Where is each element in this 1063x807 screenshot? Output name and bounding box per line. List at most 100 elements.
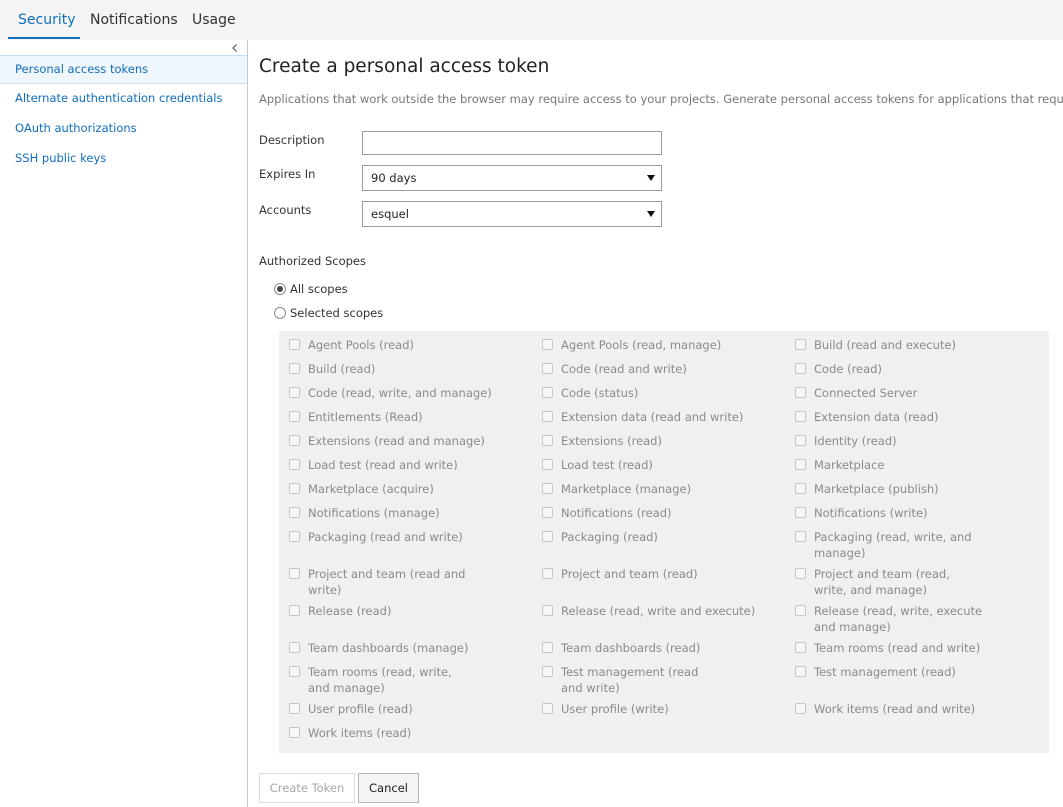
scope-label: User profile (write) — [561, 702, 669, 716]
checkbox-icon — [542, 411, 553, 422]
checkbox-icon — [289, 363, 300, 374]
checkbox-icon — [542, 363, 553, 374]
scope-label: Release (read, write, execute and manage… — [814, 604, 983, 634]
tab-usage[interactable]: Usage — [192, 0, 236, 40]
scope-label: Team dashboards (manage) — [308, 641, 469, 655]
checkbox-icon — [795, 703, 806, 714]
scope-label: Identity (read) — [814, 434, 897, 448]
all-scopes-label: All scopes — [290, 282, 348, 296]
scopes-panel: Agent Pools (read) Agent Pools (read, ma… — [279, 331, 1049, 753]
checkbox-icon — [289, 387, 300, 398]
scope-label: Code (read) — [814, 362, 882, 376]
scope-label: Notifications (read) — [561, 506, 672, 520]
checkbox-icon — [542, 642, 553, 653]
checkbox-icon — [795, 605, 806, 616]
checkbox-icon — [289, 605, 300, 616]
scope-label: Packaging (read, write, and manage) — [814, 530, 972, 560]
tab-security[interactable]: Security — [18, 0, 76, 40]
sidebar: Personal access tokens Alternate authent… — [0, 40, 248, 807]
main-content: Create a personal access token Applicati… — [249, 40, 1063, 807]
checkbox-icon — [289, 435, 300, 446]
checkbox-icon — [289, 411, 300, 422]
scope-label: Team dashboards (read) — [561, 641, 701, 655]
sidebar-item-oauth-authorizations[interactable]: OAuth authorizations — [0, 114, 247, 143]
selected-scopes-label: Selected scopes — [290, 306, 384, 320]
authorized-scopes-label: Authorized Scopes — [259, 254, 367, 268]
checkbox-icon — [795, 666, 806, 677]
checkbox-icon — [795, 363, 806, 374]
checkbox-icon — [542, 387, 553, 398]
dropdown-arrow-icon — [647, 211, 655, 217]
checkbox-icon — [289, 459, 300, 470]
checkbox-icon — [289, 339, 300, 350]
tab-notifications[interactable]: Notifications — [90, 0, 178, 40]
top-tab-bar: Security Notifications Usage — [0, 0, 1063, 40]
scope-label: Code (read and write) — [561, 362, 687, 376]
cancel-button[interactable]: Cancel — [358, 773, 419, 803]
checkbox-icon — [542, 666, 553, 677]
create-token-button[interactable]: Create Token — [259, 773, 355, 803]
scope-label: Build (read) — [308, 362, 376, 376]
checkbox-icon — [289, 703, 300, 714]
scope-label: Test management (read) — [814, 665, 956, 679]
chevron-left-icon[interactable] — [229, 42, 241, 54]
checkbox-icon — [289, 531, 300, 542]
scope-label: Marketplace (manage) — [561, 482, 692, 496]
checkbox-icon — [289, 568, 300, 579]
checkbox-icon — [795, 568, 806, 579]
accounts-select[interactable]: esquel — [362, 201, 662, 227]
scope-label: Extensions (read and manage) — [308, 434, 485, 448]
sidebar-item-ssh-public-keys[interactable]: SSH public keys — [0, 144, 247, 173]
scope-label: Code (status) — [561, 386, 639, 400]
scope-label: Release (read) — [308, 604, 392, 618]
scope-label: Notifications (write) — [814, 506, 928, 520]
checkbox-icon — [542, 531, 553, 542]
scope-label: Extension data (read) — [814, 410, 939, 424]
sidebar-item-alternate-credentials[interactable]: Alternate authentication credentials — [0, 84, 247, 113]
checkbox-icon — [542, 507, 553, 518]
expires-in-select[interactable]: 90 days — [362, 165, 662, 191]
page-description: Applications that work outside the brows… — [259, 92, 1063, 106]
checkbox-icon — [542, 568, 553, 579]
accounts-label: Accounts — [259, 203, 312, 217]
checkbox-icon — [289, 727, 300, 738]
scope-label: User profile (read) — [308, 702, 413, 716]
expires-in-label: Expires In — [259, 167, 316, 181]
checkbox-icon — [289, 642, 300, 653]
checkbox-icon — [542, 339, 553, 350]
scope-label: Marketplace — [814, 458, 885, 472]
sidebar-item-personal-access-tokens[interactable]: Personal access tokens — [0, 55, 247, 84]
scope-label: Project and team (read, write, and manag… — [814, 567, 950, 597]
checkbox-icon — [542, 459, 553, 470]
scope-label: Project and team (read and write) — [308, 567, 466, 597]
scope-label: Packaging (read) — [561, 530, 658, 544]
scope-label: Work items (read) — [308, 726, 412, 740]
scope-label: Extensions (read) — [561, 434, 662, 448]
checkbox-icon — [795, 387, 806, 398]
scope-label: Notifications (manage) — [308, 506, 440, 520]
checkbox-icon — [795, 339, 806, 350]
checkbox-icon — [795, 642, 806, 653]
active-tab-indicator — [8, 37, 80, 39]
checkbox-icon — [795, 507, 806, 518]
checkbox-icon — [795, 531, 806, 542]
accounts-value: esquel — [371, 207, 409, 221]
scope-label: Connected Server — [814, 386, 918, 400]
scope-label: Project and team (read) — [561, 567, 698, 581]
description-field[interactable] — [362, 131, 662, 155]
scope-label: Load test (read and write) — [308, 458, 458, 472]
dropdown-arrow-icon — [647, 175, 655, 181]
scope-label: Marketplace (acquire) — [308, 482, 434, 496]
checkbox-icon — [795, 435, 806, 446]
scope-label: Work items (read and write) — [814, 702, 976, 716]
checkbox-icon — [542, 703, 553, 714]
checkbox-icon — [795, 411, 806, 422]
scope-label: Marketplace (publish) — [814, 482, 939, 496]
scope-label: Team rooms (read, write, and manage) — [308, 665, 452, 695]
scope-label: Test management (read and write) — [561, 665, 699, 695]
description-label: Description — [259, 133, 325, 147]
checkbox-icon — [542, 605, 553, 616]
checkbox-icon — [795, 459, 806, 470]
checkbox-icon — [289, 507, 300, 518]
scope-label: Agent Pools (read) — [308, 338, 415, 352]
